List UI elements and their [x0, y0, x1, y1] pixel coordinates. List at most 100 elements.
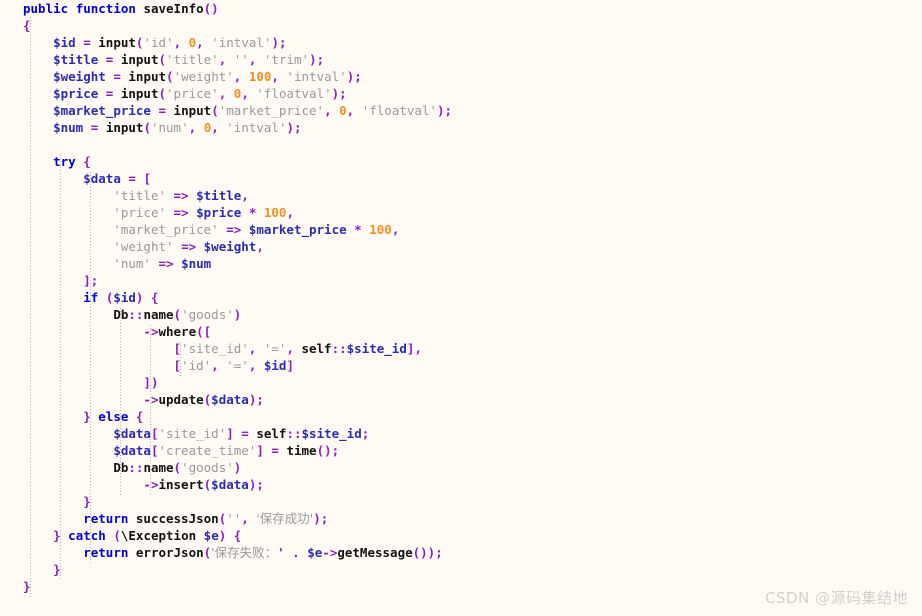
token-var: $data — [113, 443, 151, 458]
token-pun: { — [135, 409, 144, 424]
token-cjk: '保存成功' — [256, 511, 314, 526]
token-fn: Db — [113, 307, 129, 322]
token-str: 'trim' — [263, 52, 310, 67]
token-str: 'title' — [113, 188, 166, 203]
token-pun: => — [226, 222, 242, 237]
token-fn: name — [143, 307, 174, 322]
token-pun: => — [173, 188, 189, 203]
token-kw: function — [75, 1, 136, 16]
token-pun: , — [211, 120, 219, 135]
token-num: 0 — [339, 103, 347, 118]
token-pun: , — [346, 103, 355, 118]
token-str: 'intval' — [226, 120, 287, 135]
token-pun: () — [203, 1, 219, 16]
token-pun: ] — [226, 426, 234, 441]
code-line: $data['site_id'] = self::$site_id; — [0, 425, 922, 442]
token-pun: , — [248, 52, 257, 67]
token-pun: ) — [233, 307, 242, 322]
token-pun: ( — [158, 52, 167, 67]
token-str: '' — [226, 511, 242, 526]
token-pun: , — [233, 69, 242, 84]
code-line: $data['create_time'] = time(); — [0, 442, 922, 459]
code-line: if ($id) { — [0, 289, 922, 306]
token-str: 'weight' — [173, 69, 234, 84]
token-str: 'weight' — [113, 239, 174, 254]
token-pun: ]; — [83, 273, 99, 288]
token-pun: , — [391, 222, 400, 237]
code-line: $id = input('id', 0, 'intval'); — [0, 34, 922, 51]
token-str: 'title' — [166, 52, 219, 67]
code-line: 'num' => $num — [0, 255, 922, 272]
token-str: 'market_price' — [113, 222, 219, 237]
token-pun: = — [105, 52, 114, 67]
token-pun: => — [173, 205, 189, 220]
token-pun: { — [150, 290, 159, 305]
token-fn: input — [173, 103, 212, 118]
token-pun: [ — [173, 341, 182, 356]
token-fn: input — [120, 86, 159, 101]
token-pun: ) — [233, 460, 242, 475]
code-line: $num = input('num', 0, 'intval'); — [0, 119, 922, 136]
code-editor[interactable]: public function saveInfo(){ $id = input(… — [0, 0, 922, 616]
token-pun: } — [83, 494, 91, 509]
token-pun: ); — [313, 511, 329, 526]
token-pun: , — [286, 341, 294, 356]
token-fn: time — [286, 443, 317, 458]
token-pun: , — [286, 205, 294, 220]
token-pun: ( — [166, 69, 174, 84]
token-str: 'create_time' — [158, 443, 257, 458]
token-pun: { — [233, 528, 242, 543]
token-pun: ()); — [412, 545, 443, 560]
code-line: return errorJson('保存失败：' . $e->getMessag… — [0, 544, 922, 561]
code-line: ->insert($data); — [0, 476, 922, 493]
token-str: 'price' — [166, 86, 219, 101]
token-str: '=' — [263, 341, 287, 356]
token-pun: } — [23, 579, 31, 594]
token-var: $num — [53, 120, 84, 135]
token-pun: , — [271, 69, 279, 84]
code-line: $title = input('title', '', 'trim'); — [0, 51, 922, 68]
code-line: 'market_price' => $market_price * 100, — [0, 221, 922, 238]
code-line: { — [0, 17, 922, 34]
token-str: 'price' — [113, 205, 166, 220]
code-line: } else { — [0, 408, 922, 425]
code-line: $market_price = input('market_price', 0,… — [0, 102, 922, 119]
code-line: public function saveInfo() — [0, 0, 922, 17]
token-fn: update — [158, 392, 204, 407]
token-pun: = — [128, 171, 136, 186]
code-line: 'weight' => $weight, — [0, 238, 922, 255]
token-pun: ( — [173, 460, 182, 475]
token-str: 'id' — [143, 35, 174, 50]
token-var: $title — [53, 52, 99, 67]
token-pun: ); — [248, 477, 264, 492]
token-pun: , — [248, 358, 257, 373]
token-pun: * — [248, 205, 257, 220]
token-pun: -> — [143, 324, 159, 339]
token-pun: , — [218, 52, 227, 67]
token-kw: if — [83, 290, 99, 305]
token-fn: self — [301, 341, 332, 356]
code-line: ->where([ — [0, 323, 922, 340]
token-pun: ); — [331, 86, 347, 101]
token-fn: input — [128, 69, 167, 84]
token-fn: input — [120, 52, 159, 67]
token-var: $data — [211, 477, 249, 492]
token-pun: :: — [286, 426, 302, 441]
token-fn: saveInfo — [143, 1, 204, 16]
token-kw: catch — [68, 528, 106, 543]
token-kw: return — [83, 545, 129, 560]
token-num: 100 — [248, 69, 272, 84]
code-line: Db::name('goods') — [0, 306, 922, 323]
token-pun: } — [53, 528, 61, 543]
token-str: 'market_price' — [218, 103, 325, 118]
token-var: $data — [113, 426, 151, 441]
token-kw: public — [23, 1, 69, 16]
code-block[interactable]: public function saveInfo(){ $id = input(… — [0, 0, 922, 595]
token-pun: = — [83, 35, 91, 50]
token-var: $num — [181, 256, 212, 271]
token-pun: -> — [143, 477, 159, 492]
token-str: 'intval' — [286, 69, 347, 84]
token-pun: = — [105, 86, 114, 101]
code-line: ['id', '=', $id] — [0, 357, 922, 374]
token-pun: ], — [406, 341, 422, 356]
